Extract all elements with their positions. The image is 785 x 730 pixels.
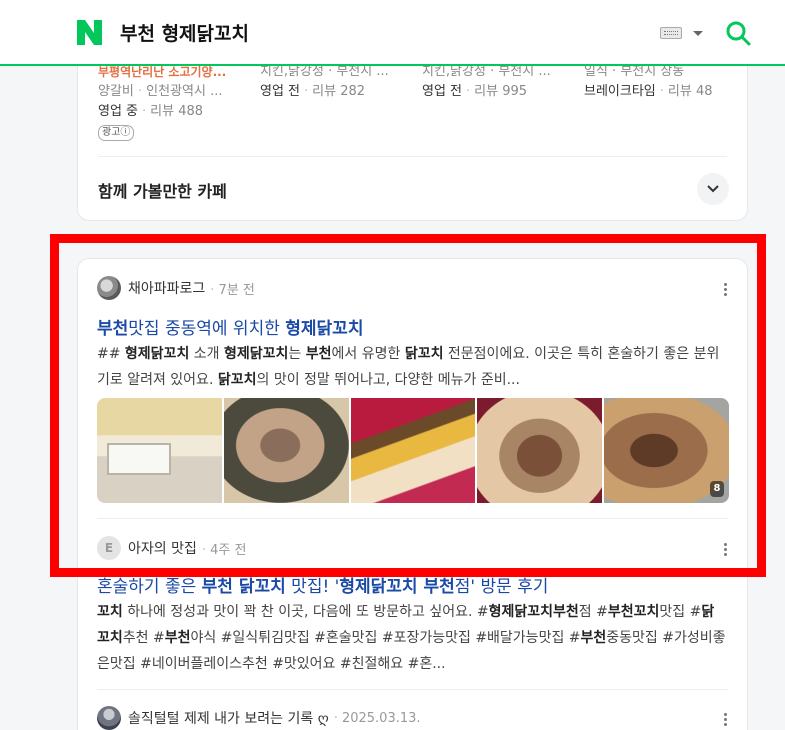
keyword-highlight: 부천 <box>97 319 129 339</box>
post-time: 2025.03.13. <box>334 711 421 726</box>
divider <box>97 518 728 519</box>
text-segment: 맛집 # <box>659 604 702 620</box>
post-author[interactable]: 채아파파로그 7분 전 <box>97 276 255 300</box>
text-segment: 점' 방문 후기 <box>454 577 549 597</box>
text-segment: 하나에 정성과 맛이 꽉 찬 이곳, 다음에 또 방문하고 싶어요. # <box>122 604 489 620</box>
text-segment: 맛집! ' <box>285 577 340 597</box>
naver-logo-icon[interactable] <box>77 20 102 45</box>
author-name: 솔직털털 제제 내가 보려는 기록 ღ <box>128 711 329 727</box>
text-segment: 맛집 중동역에 위치한 <box>128 319 286 339</box>
place-reviews: 리뷰 488 <box>150 104 204 119</box>
blog-results-card: 채아파파로그 7분 전 부천맛집 중동역에 위치한 형제닭꼬치 ## 형제닭꼬치… <box>77 258 748 730</box>
place-reviews: 리뷰 995 <box>474 84 528 99</box>
search-query[interactable]: 부천 형제닭꼬치 <box>120 19 249 46</box>
post-author[interactable]: E 아자의 맛집 4주 전 <box>97 536 246 560</box>
place-item[interactable]: 치킨,닭강정 · 부천시 ... 영업 전 · 리뷰 995 <box>422 62 577 102</box>
author-name: 채아파파로그 <box>128 281 206 297</box>
image-count-badge: 8 <box>709 481 724 497</box>
place-item[interactable]: 부평역난리난 소고기양... 양갈비 · 인천광역시 ... 영업 중 · 리뷰 48… <box>98 62 253 142</box>
more-options-icon[interactable] <box>724 283 728 297</box>
keyword-highlight: 형제닭꼬치 <box>285 319 364 339</box>
place-status: 영업 전 <box>260 84 301 99</box>
keyword-highlight: 부천 <box>164 630 191 646</box>
keyboard-icon[interactable] <box>660 27 682 39</box>
text-segment: 혼술하기 좋은 <box>97 577 202 597</box>
keyword-highlight: 형제닭꼬치부천 <box>488 604 579 620</box>
post-image[interactable] <box>350 398 476 503</box>
post-image[interactable] <box>477 398 603 503</box>
expand-button[interactable] <box>697 173 729 205</box>
keyword-highlight: 부천꼬치 <box>607 604 660 620</box>
place-status: 브레이크타임 <box>584 84 656 99</box>
text-segment: 에서 유명한 <box>331 346 405 362</box>
search-icon[interactable] <box>725 20 751 46</box>
post-title[interactable]: 혼술하기 좋은 부천 닭꼬치 맛집! '형제닭꼬치 부천점' 방문 후기 <box>97 572 548 597</box>
ad-badge[interactable]: 광고ⓘ <box>98 125 135 141</box>
post-title[interactable]: 부천맛집 중동역에 위치한 형제닭꼬치 <box>97 314 363 339</box>
place-status: 영업 중 <box>98 104 139 119</box>
text-segment: 점 # <box>578 604 608 620</box>
more-options-icon[interactable] <box>724 543 728 557</box>
divider <box>97 689 728 690</box>
avatar <box>97 706 121 730</box>
place-item[interactable]: 치킨,닭강정 · 부천시 ... 영업 전 · 리뷰 282 <box>260 62 415 102</box>
text-segment: 소개 <box>189 346 224 362</box>
keyword-highlight: 부천 <box>580 630 607 646</box>
keyword-highlight: 닭꼬치 <box>404 346 444 362</box>
keyword-highlight: 꼬치 <box>97 604 123 620</box>
post-image[interactable] <box>223 398 349 503</box>
place-item[interactable]: 일식 · 부천시 상동 브레이크타임 · 리뷰 48 <box>584 62 739 102</box>
place-status: 영업 전 <box>422 84 463 99</box>
post-image[interactable]: 8 <box>604 398 729 503</box>
post-author[interactable]: 솔직털털 제제 내가 보려는 기록 ღ 2025.03.13. <box>97 706 421 730</box>
place-address: 인천광역시 ... <box>146 84 223 99</box>
post-time: 4주 전 <box>202 539 246 558</box>
text-segment: 야식 #일식튀김맛집 #혼술맛집 #포장가능맛집 #배달가능맛집 # <box>190 630 581 646</box>
post-image-strip[interactable]: 8 <box>97 398 729 503</box>
keyword-highlight: 형제닭꼬치 부천 <box>339 577 455 597</box>
avatar <box>97 276 121 300</box>
search-header: 부천 형제닭꼬치 <box>0 0 785 66</box>
post-time: 7분 전 <box>210 279 255 298</box>
place-reviews: 리뷰 282 <box>312 84 366 99</box>
author-name: 아자의 맛집 <box>128 541 197 557</box>
text-segment: 추천 # <box>122 630 165 646</box>
divider <box>98 156 727 157</box>
post-image[interactable] <box>97 398 222 503</box>
cafe-section-title[interactable]: 함께 가볼만한 카페 <box>98 178 227 202</box>
chevron-down-icon[interactable] <box>693 31 703 36</box>
post-snippet[interactable]: 꼬치 하나에 정성과 맛이 꽉 찬 이곳, 다음에 또 방문하고 싶어요. #형… <box>97 599 727 677</box>
more-options-icon[interactable] <box>724 713 728 727</box>
place-menu: 양갈비 <box>98 84 134 99</box>
keyword-highlight: 닭꼬치 <box>217 372 257 388</box>
place-reviews: 리뷰 48 <box>667 84 713 99</box>
post-snippet[interactable]: ## 형제닭꼬치 소개 형제닭꼬치는 부천에서 유명한 닭꼬치 전문점이에요. … <box>97 341 727 393</box>
chevron-down-icon <box>707 185 719 193</box>
avatar: E <box>97 536 121 560</box>
keyword-highlight: 부천 닭꼬치 <box>201 577 286 597</box>
text-segment: 는 <box>288 346 306 362</box>
text-segment: ## <box>97 346 125 362</box>
keyword-highlight: 형제닭꼬치 <box>124 346 190 362</box>
keyword-highlight: 형제닭꼬치 <box>224 346 289 362</box>
text-segment: 의 맛이 정말 뛰어나고, 다양한 메뉴가 준비... <box>256 372 520 388</box>
keyword-highlight: 부천 <box>305 346 332 362</box>
